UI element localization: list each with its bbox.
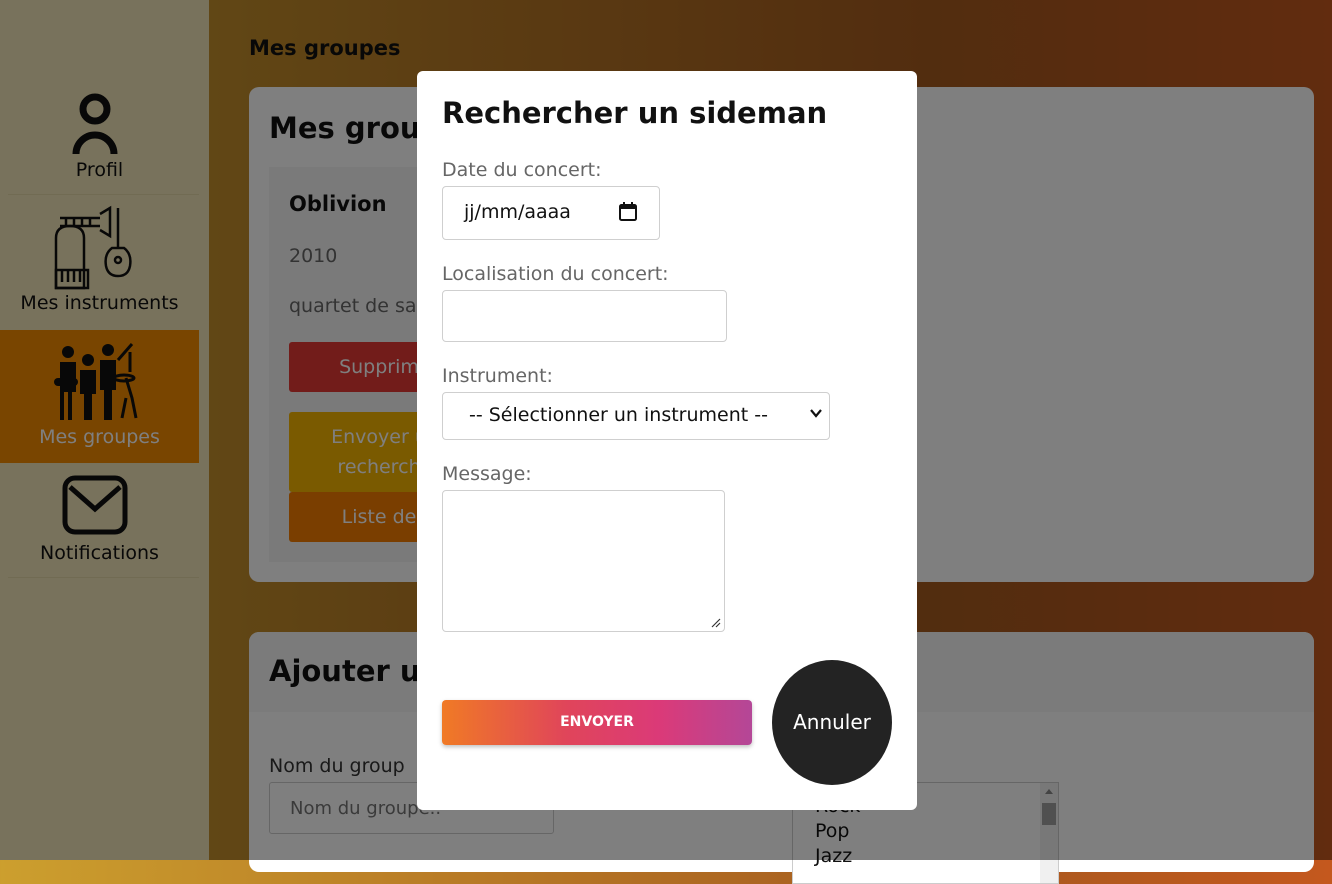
date-label: Date du concert: [442,159,602,181]
resize-grip-icon[interactable] [711,618,721,628]
chevron-down-icon [810,409,822,418]
sideman-search-modal: Rechercher un sideman Date du concert: j… [417,71,917,810]
location-label: Localisation du concert: [442,263,669,285]
calendar-icon[interactable] [619,202,637,221]
instrument-label: Instrument: [442,365,553,387]
message-label: Message: [442,463,532,485]
date-input[interactable]: jj/mm/aaaa [442,186,660,240]
modal-title: Rechercher un sideman [442,96,828,130]
instrument-selected: -- Sélectionner un instrument -- [469,404,768,426]
cancel-button[interactable]: Annuler [772,660,892,785]
location-input[interactable] [442,290,727,342]
date-placeholder: jj/mm/aaaa [464,201,571,223]
send-button[interactable]: ENVOYER [442,700,752,745]
message-textarea[interactable] [442,490,725,632]
instrument-select[interactable]: -- Sélectionner un instrument -- [442,392,830,440]
